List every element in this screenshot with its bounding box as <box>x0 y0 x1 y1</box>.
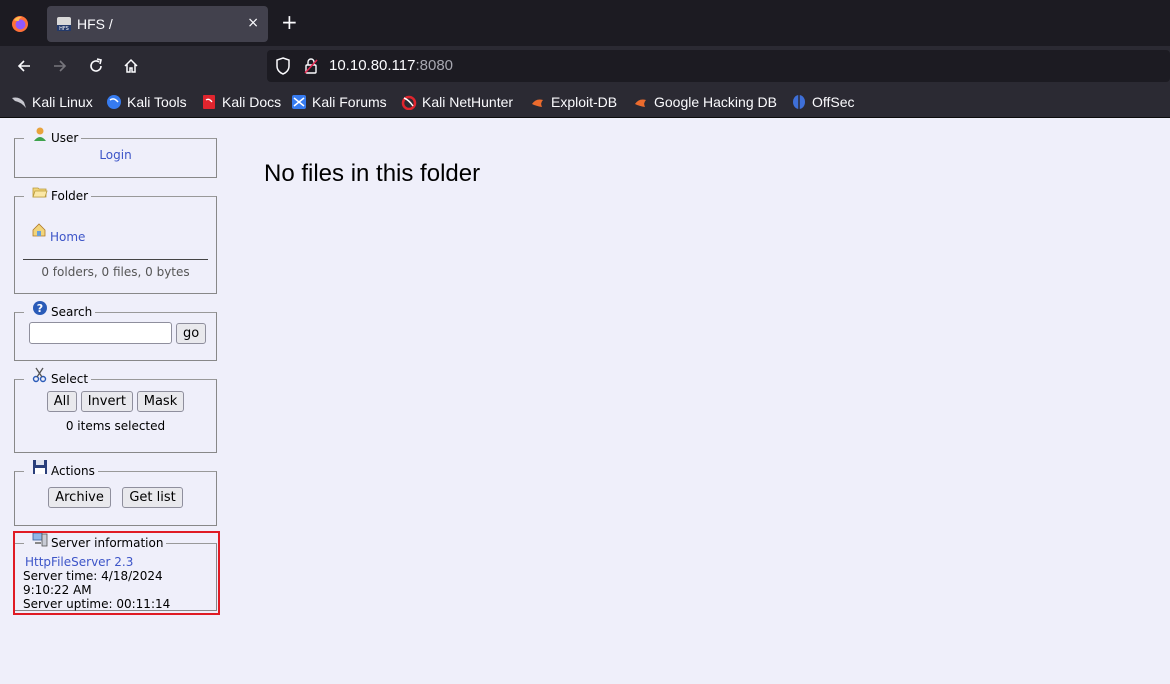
navigation-toolbar: 10.10.80.117:8080 <box>0 46 1170 86</box>
select-panel: Select All Invert Mask 0 items selected <box>14 367 217 453</box>
login-link[interactable]: Login <box>99 148 131 162</box>
help-question-icon: ? <box>33 301 47 315</box>
reload-icon[interactable] <box>87 57 105 75</box>
bookmark-label: Kali Forums <box>312 94 387 110</box>
back-arrow-icon[interactable] <box>15 57 33 75</box>
select-legend-label: Select <box>51 372 89 386</box>
search-legend-label: Search <box>51 305 93 319</box>
hfs-favicon-icon: HFS <box>57 17 71 32</box>
home-folder-icon <box>32 223 46 237</box>
home-link[interactable]: Home <box>50 230 85 244</box>
search-panel: ? Search go <box>14 301 217 361</box>
kali-nethunter-icon <box>401 95 417 110</box>
search-input[interactable] <box>29 322 172 344</box>
tab-strip: HFS HFS / × + <box>0 0 1170 46</box>
tab-title: HFS / <box>77 16 113 32</box>
kali-tools-icon <box>107 95 121 109</box>
user-panel: User Login <box>14 127 217 178</box>
bookmark-label: Google Hacking DB <box>654 94 777 110</box>
bookmark-label: Kali Tools <box>127 94 187 110</box>
insecure-lock-icon[interactable] <box>304 57 318 75</box>
kali-docs-icon <box>203 95 215 109</box>
close-tab-icon[interactable]: × <box>247 15 259 31</box>
url-text: 10.10.80.117:8080 <box>329 57 453 74</box>
hfs-page: User Login Folder Home 0 folders, 0 file… <box>0 118 1170 684</box>
url-host: 10.10.80.117 <box>329 57 416 74</box>
home-row: Home <box>23 204 208 244</box>
svg-text:HFS: HFS <box>59 26 69 32</box>
user-legend: User <box>24 127 81 146</box>
svg-text:?: ? <box>37 302 43 315</box>
user-icon <box>34 127 46 141</box>
folder-panel: Folder Home 0 folders, 0 files, 0 bytes <box>14 187 217 294</box>
search-legend: ? Search <box>24 301 95 320</box>
bookmark-label: Exploit-DB <box>551 94 618 110</box>
bookmarks-toolbar: Kali Linux Kali Tools Kali Docs Kali For… <box>0 86 1170 118</box>
forward-arrow-icon[interactable] <box>51 57 69 75</box>
bookmark-kali-linux[interactable]: Kali Linux <box>11 93 93 111</box>
firefox-icon[interactable] <box>11 15 29 33</box>
url-port: :8080 <box>415 57 454 74</box>
invert-selection-button[interactable]: Invert <box>80 391 133 412</box>
bookmark-offsec[interactable]: OffSec <box>791 93 855 111</box>
actions-legend: Actions <box>24 460 98 479</box>
tab-hfs[interactable]: HFS HFS / × <box>47 6 268 42</box>
select-legend: Select <box>24 367 91 387</box>
get-list-button[interactable]: Get list <box>122 487 183 508</box>
home-icon[interactable] <box>122 57 140 75</box>
bookmark-label: OffSec <box>812 94 855 110</box>
highlight-box <box>13 531 220 615</box>
selection-status: 0 items selected <box>65 419 166 433</box>
bookmark-kali-tools[interactable]: Kali Tools <box>106 93 187 111</box>
search-go-button[interactable]: go <box>176 322 207 344</box>
new-tab-button[interactable]: + <box>281 12 298 32</box>
actions-legend-label: Actions <box>51 464 95 478</box>
bookmark-google-hacking-db[interactable]: Google Hacking DB <box>633 93 777 111</box>
tracking-protection-shield-icon[interactable] <box>275 57 291 75</box>
empty-folder-message: No files in this folder <box>264 160 481 187</box>
scissors-icon <box>32 367 47 383</box>
save-disk-icon <box>33 460 47 474</box>
archive-button[interactable]: Archive <box>48 487 111 508</box>
bookmark-kali-docs[interactable]: Kali Docs <box>201 93 281 111</box>
google-hacking-db-icon <box>635 99 646 107</box>
bookmark-label: Kali Linux <box>32 94 93 110</box>
bookmark-label: Kali NetHunter <box>422 94 514 110</box>
select-all-button[interactable]: All <box>46 391 77 412</box>
offsec-icon <box>793 95 805 109</box>
kali-forums-icon <box>292 95 306 109</box>
user-legend-label: User <box>51 131 79 145</box>
mask-button[interactable]: Mask <box>136 391 185 412</box>
bookmark-label: Kali Docs <box>222 94 282 110</box>
bookmark-kali-forums[interactable]: Kali Forums <box>291 93 387 111</box>
bookmark-kali-nethunter[interactable]: Kali NetHunter <box>401 93 513 111</box>
actions-panel: Actions Archive Get list <box>14 460 217 526</box>
folder-legend: Folder <box>24 187 91 204</box>
folder-legend-label: Folder <box>51 189 89 203</box>
exploit-db-icon <box>532 99 543 107</box>
kali-linux-icon <box>12 97 26 108</box>
open-folder-icon <box>32 187 48 198</box>
address-bar[interactable]: 10.10.80.117:8080 <box>267 50 1170 82</box>
folder-stats: 0 folders, 0 files, 0 bytes <box>41 265 190 279</box>
bookmark-exploit-db[interactable]: Exploit-DB <box>530 93 617 111</box>
